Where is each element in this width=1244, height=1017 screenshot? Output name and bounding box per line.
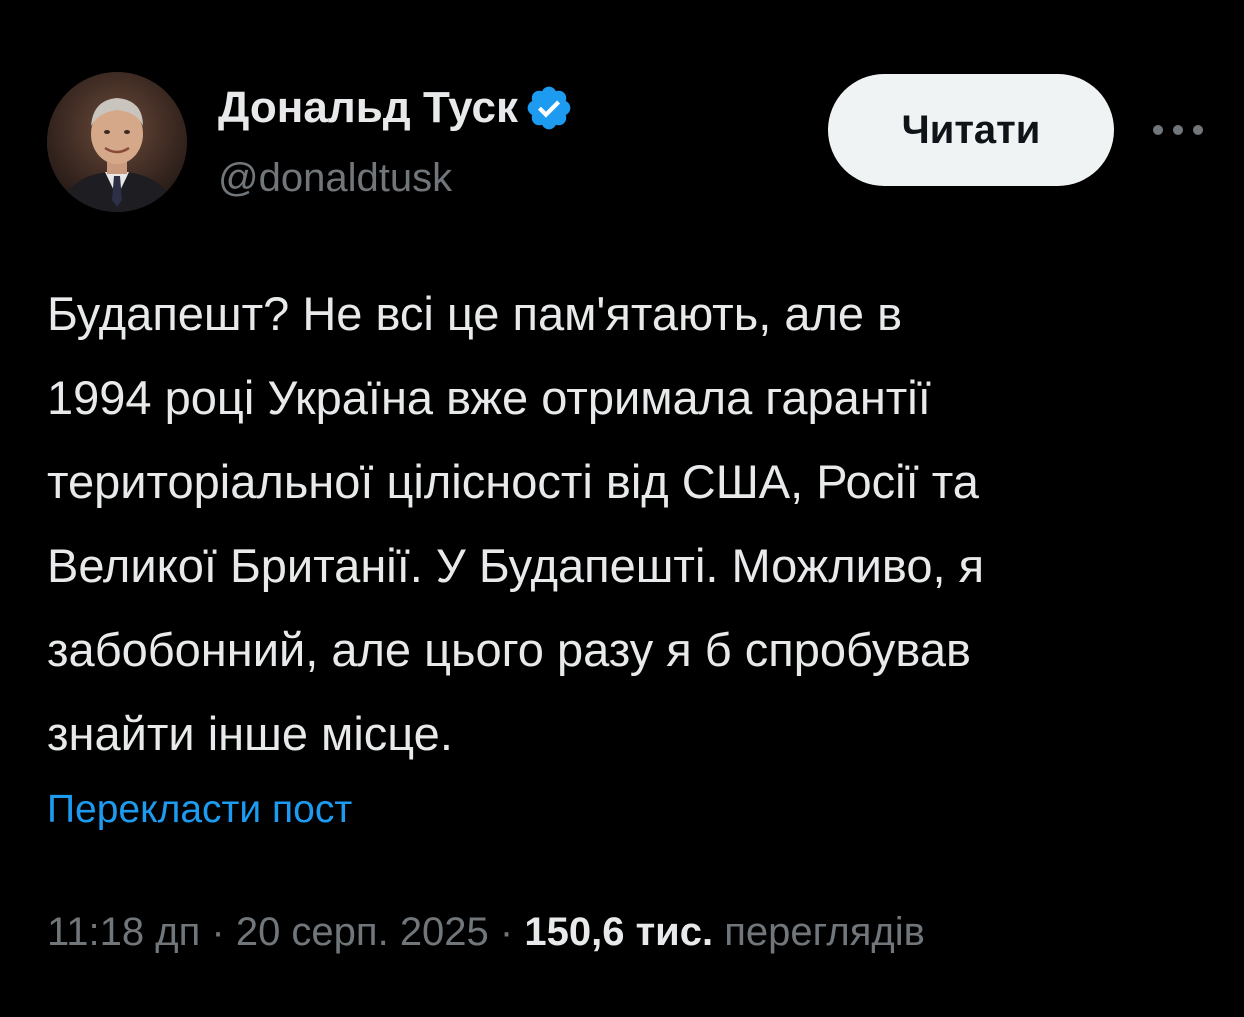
follow-button[interactable]: Читати: [828, 74, 1114, 186]
meta-separator: ·: [211, 910, 225, 954]
more-options-icon[interactable]: [1148, 110, 1208, 150]
meta-separator: ·: [499, 910, 514, 954]
post-text: Будапешт? Не всі це пам'ятають, але в 19…: [47, 287, 985, 760]
avatar-photo: [47, 72, 187, 212]
views-label: переглядів: [724, 910, 925, 954]
handle[interactable]: @donaldtusk: [218, 152, 452, 204]
translate-post-link[interactable]: Перекласти пост: [47, 784, 352, 836]
verified-badge-icon: [524, 83, 574, 133]
post-time[interactable]: 11:18 дп: [47, 910, 200, 954]
avatar[interactable]: [47, 72, 187, 212]
post-date[interactable]: 20 серп. 2025: [236, 910, 489, 954]
post-meta: 11:18 дп · 20 серп. 2025 · 150,6 тис. пе…: [47, 904, 925, 960]
views-count[interactable]: 150,6 тис.: [524, 910, 713, 954]
display-name-text: Дональд Туск: [218, 83, 519, 132]
display-name[interactable]: Дональд Туск: [218, 80, 574, 136]
